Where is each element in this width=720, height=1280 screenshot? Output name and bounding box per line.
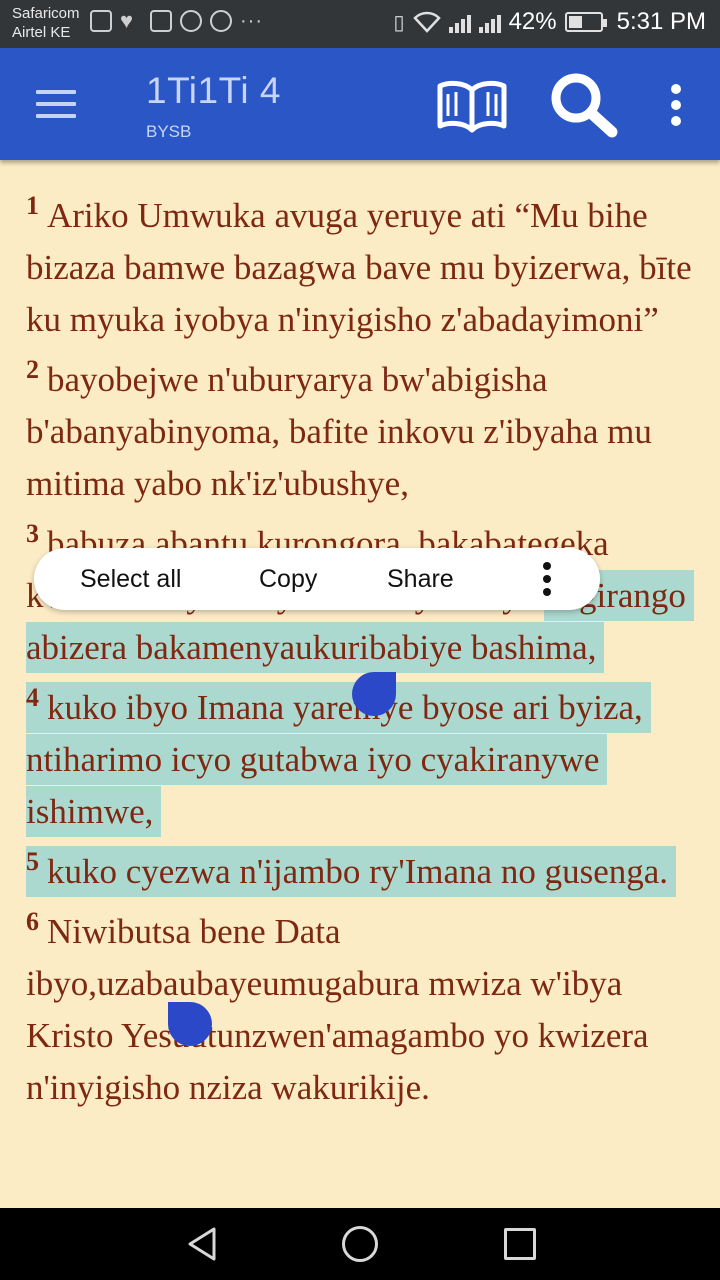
open-book-icon[interactable] <box>436 78 508 134</box>
signal-2-icon <box>478 11 501 33</box>
vibrate-icon: ▯ <box>393 11 405 34</box>
avatar-icon <box>180 10 202 32</box>
wifi-icon <box>412 11 441 33</box>
selection-end-handle[interactable] <box>168 1002 212 1046</box>
message-icon <box>150 10 172 32</box>
carrier-info: Safaricom Airtel KE <box>12 4 80 42</box>
search-icon[interactable] <box>548 70 620 140</box>
verse-text[interactable]: Niwibutsa bene Data ibyo,uzabaubayeumuga… <box>26 912 649 1107</box>
system-nav-bar <box>0 1208 720 1280</box>
battery-icon <box>564 12 607 32</box>
verse-6[interactable]: 6 Niwibutsa bene Data ibyo,uzabaubayeumug… <box>26 906 696 1114</box>
select-all-button[interactable]: Select all <box>80 548 181 610</box>
verse-number: 4 <box>26 683 39 713</box>
verse-number: 6 <box>26 907 39 937</box>
text-selection-menu: Select all Copy Share <box>34 548 600 610</box>
clock: 5:31 PM <box>616 8 706 35</box>
page-title[interactable]: 1Ti1Ti 4 <box>146 70 281 112</box>
verse-2[interactable]: 2 bayobejwe n'uburyarya bw'abigisha b'aba… <box>26 354 696 510</box>
selected-text[interactable]: kuko ibyo Imana yaremye byose ari byiza,… <box>26 688 643 831</box>
battery-percent: 42% <box>508 8 557 35</box>
copy-button[interactable]: Copy <box>259 548 317 610</box>
verse-1[interactable]: 1 Ariko Umwuka avuga yeruye ati “Mu bihe … <box>26 190 696 346</box>
verse-number: 5 <box>26 847 39 877</box>
verse-number: 2 <box>26 355 39 385</box>
hamburger-menu-icon[interactable] <box>36 90 76 118</box>
verse-5[interactable]: 5 kuko cyezwa n'ijambo ry'Imana no guseng… <box>26 846 696 898</box>
verse-number: 3 <box>26 519 39 549</box>
verse-number: 1 <box>26 191 39 221</box>
back-triangle-icon[interactable] <box>184 1226 220 1262</box>
system-status: ▯ 42% 5:31 PM <box>394 8 706 36</box>
app-bar: 1Ti1Ti 4 BYSB <box>0 48 720 160</box>
selection-start-handle[interactable] <box>352 672 396 716</box>
usb-icon <box>90 10 112 32</box>
status-bar: Safaricom Airtel KE ♥ ··· ▯ 42% 5:31 PM <box>0 0 720 48</box>
signal-1-icon <box>448 11 471 33</box>
carrier-2: Airtel KE <box>12 24 71 41</box>
more-vert-icon[interactable] <box>538 562 556 596</box>
more-vert-icon[interactable] <box>664 82 688 128</box>
verse-list: 1 Ariko Umwuka avuga yeruye ati “Mu bihe … <box>26 190 696 1122</box>
share-button[interactable]: Share <box>387 548 454 610</box>
verse-text[interactable]: Ariko Umwuka avuga yeruye ati “Mu bihe b… <box>26 196 692 339</box>
carrier-1: Safaricom <box>12 5 80 22</box>
chapter-content[interactable]: 1 Ariko Umwuka avuga yeruye ati “Mu bihe … <box>0 160 720 1208</box>
notification-icons: ♥ ··· <box>90 10 263 32</box>
more-notifications-icon: ··· <box>240 10 263 32</box>
version-label[interactable]: BYSB <box>146 122 191 142</box>
home-circle-icon[interactable] <box>342 1226 378 1262</box>
whatsapp-icon <box>210 10 232 32</box>
heart-icon: ♥ <box>120 8 134 33</box>
verse-text[interactable]: bayobejwe n'uburyarya bw'abigisha b'aban… <box>26 360 652 503</box>
selected-text[interactable]: kuko cyezwa n'ijambo ry'Imana no gusenga… <box>47 852 668 891</box>
recents-square-icon[interactable] <box>504 1228 536 1260</box>
